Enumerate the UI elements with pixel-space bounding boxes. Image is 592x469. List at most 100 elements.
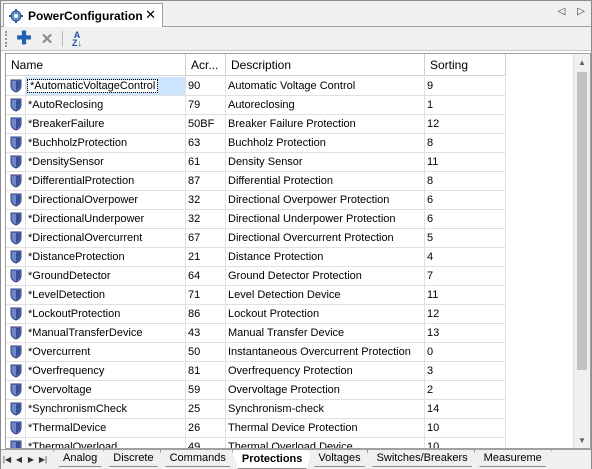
table-row[interactable]: *DistanceProtection 21 Distance Protection… (6, 248, 506, 267)
table-row[interactable]: *ManualTransferDevice 43 Manual Transfer D… (6, 324, 506, 343)
table-row[interactable]: *ThermalDevice 26 Thermal Device Protectio… (6, 419, 506, 438)
first-sheet-icon[interactable]: |◀ (1, 450, 13, 468)
cell-description[interactable]: Instantaneous Overcurrent Protection (226, 343, 425, 361)
cell-description[interactable]: Overvoltage Protection (226, 381, 425, 399)
table-row[interactable]: *Overvoltage 59 Overvoltage Protection 2 (6, 381, 506, 400)
column-header-sorting[interactable]: Sorting (425, 54, 506, 76)
cell-acronym[interactable]: 87 (186, 172, 226, 190)
sheet-tab-analog[interactable]: Analog (53, 450, 107, 467)
close-icon[interactable]: ✕ (145, 7, 156, 23)
cell-acronym[interactable]: 64 (186, 267, 226, 285)
cell-acronym[interactable]: 86 (186, 305, 226, 323)
sheet-tab-voltages[interactable]: Voltages (308, 450, 370, 467)
table-row[interactable]: *DifferentialProtection 87 Differential Pr… (6, 172, 506, 191)
sheet-tab-protections[interactable]: Protections (232, 450, 313, 469)
cell-sorting[interactable]: 13 (425, 324, 506, 342)
cell-acronym[interactable]: 71 (186, 286, 226, 304)
cell-sorting[interactable]: 4 (425, 248, 506, 266)
sheet-tab-measureme[interactable]: Measureme (474, 450, 552, 467)
cell-acronym[interactable]: 61 (186, 153, 226, 171)
previous-sheet-icon[interactable]: ◀ (13, 450, 25, 468)
cell-acronym[interactable]: 59 (186, 381, 226, 399)
column-header-name[interactable]: Name (6, 54, 186, 76)
cell-name[interactable]: *ThermalOverload (26, 438, 186, 448)
cell-description[interactable]: Density Sensor (226, 153, 425, 171)
cell-name[interactable]: *DistanceProtection (26, 248, 186, 266)
cell-sorting[interactable]: 10 (425, 438, 506, 448)
table-row[interactable]: *DensitySensor 61 Density Sensor 11 (6, 153, 506, 172)
document-tab[interactable]: PowerConfiguration ✕ (3, 3, 163, 27)
scroll-tabs-right-icon[interactable]: ▷ (577, 6, 585, 17)
cell-sorting[interactable]: 11 (425, 153, 506, 171)
add-icon[interactable]: ✚ (15, 28, 33, 48)
sheet-tab-discrete[interactable]: Discrete (103, 450, 163, 467)
cell-sorting[interactable]: 6 (425, 210, 506, 228)
cell-sorting[interactable]: 2 (425, 381, 506, 399)
scroll-down-icon[interactable]: ▼ (574, 432, 590, 448)
cell-description[interactable]: Manual Transfer Device (226, 324, 425, 342)
table-row[interactable]: *SynchronismCheck 25 Synchronism-check 14 (6, 400, 506, 419)
cell-sorting[interactable]: 9 (425, 77, 506, 95)
cell-description[interactable]: Differential Protection (226, 172, 425, 190)
cell-description[interactable]: Level Detection Device (226, 286, 425, 304)
cell-name[interactable]: *Overfrequency (26, 362, 186, 380)
cell-name[interactable]: *DirectionalUnderpower (26, 210, 186, 228)
cell-sorting[interactable]: 0 (425, 343, 506, 361)
cell-name[interactable]: *AutoReclosing (26, 96, 186, 114)
cell-sorting[interactable]: 11 (425, 286, 506, 304)
cell-name[interactable]: *DensitySensor (26, 153, 186, 171)
cell-acronym[interactable]: 32 (186, 191, 226, 209)
cell-name[interactable]: *ManualTransferDevice (26, 324, 186, 342)
cell-name[interactable]: *DirectionalOvercurrent (26, 229, 186, 247)
cell-name[interactable]: *BreakerFailure (26, 115, 186, 133)
cell-description[interactable]: Autoreclosing (226, 96, 425, 114)
cell-name[interactable]: *DifferentialProtection (26, 172, 186, 190)
table-row[interactable]: *DirectionalUnderpower 32 Directional Unde… (6, 210, 506, 229)
cell-acronym[interactable]: 21 (186, 248, 226, 266)
sheet-tab-switches-breakers[interactable]: Switches/Breakers (367, 450, 478, 467)
cell-name[interactable]: *Overcurrent (26, 343, 186, 361)
cell-name[interactable]: *LevelDetection (26, 286, 186, 304)
cell-sorting[interactable]: 14 (425, 400, 506, 418)
delete-icon[interactable]: ✕ (38, 30, 56, 48)
cell-acronym[interactable]: 81 (186, 362, 226, 380)
cell-description[interactable]: Directional Overcurrent Protection (226, 229, 425, 247)
cell-description[interactable]: Directional Overpower Protection (226, 191, 425, 209)
cell-sorting[interactable]: 12 (425, 115, 506, 133)
table-row[interactable]: *BuchholzProtection 63 Buchholz Protection… (6, 134, 506, 153)
cell-name[interactable]: *LockoutProtection (26, 305, 186, 323)
cell-description[interactable]: Synchronism-check (226, 400, 425, 418)
table-row[interactable]: *AutomaticVoltageControl 90 Automatic Volt… (6, 77, 506, 96)
cell-name[interactable]: *BuchholzProtection (26, 134, 186, 152)
cell-description[interactable]: Thermal Device Protection (226, 419, 425, 437)
cell-name[interactable]: *Overvoltage (26, 381, 186, 399)
cell-description[interactable]: Overfrequency Protection (226, 362, 425, 380)
table-row[interactable]: *Overcurrent 50 Instantaneous Overcurrent … (6, 343, 506, 362)
cell-acronym[interactable]: 32 (186, 210, 226, 228)
cell-acronym[interactable]: 25 (186, 400, 226, 418)
table-row[interactable]: *AutoReclosing 79 Autoreclosing 1 (6, 96, 506, 115)
cell-sorting[interactable]: 12 (425, 305, 506, 323)
sheet-tab-commands[interactable]: Commands (160, 450, 236, 467)
cell-sorting[interactable]: 3 (425, 362, 506, 380)
cell-description[interactable]: Ground Detector Protection (226, 267, 425, 285)
cell-acronym[interactable]: 50BF (186, 115, 226, 133)
cell-name[interactable]: *DirectionalOverpower (26, 191, 186, 209)
next-sheet-icon[interactable]: ▶ (25, 450, 37, 468)
column-header-description[interactable]: Description (226, 54, 425, 76)
table-row[interactable]: *DirectionalOverpower 32 Directional Overp… (6, 191, 506, 210)
scroll-tabs-left-icon[interactable]: ◁ (558, 6, 566, 17)
cell-description[interactable]: Lockout Protection (226, 305, 425, 323)
cell-acronym[interactable]: 67 (186, 229, 226, 247)
cell-sorting[interactable]: 8 (425, 172, 506, 190)
cell-acronym[interactable]: 79 (186, 96, 226, 114)
cell-name[interactable]: *GroundDetector (26, 267, 186, 285)
scroll-up-icon[interactable]: ▲ (574, 54, 590, 70)
cell-sorting[interactable]: 10 (425, 419, 506, 437)
cell-sorting[interactable]: 1 (425, 96, 506, 114)
cell-sorting[interactable]: 7 (425, 267, 506, 285)
toolbar-grip[interactable] (5, 30, 9, 47)
cell-sorting[interactable]: 5 (425, 229, 506, 247)
cell-acronym[interactable]: 43 (186, 324, 226, 342)
table-row[interactable]: *ThermalOverload 49 Thermal Overload Devic… (6, 438, 506, 448)
